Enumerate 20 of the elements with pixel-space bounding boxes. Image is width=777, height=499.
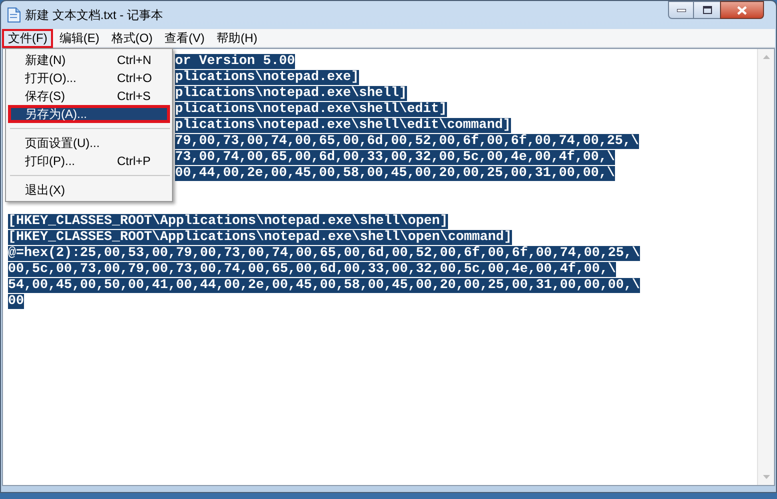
menu-option[interactable]: 打印(P)... Ctrl+P [8,152,170,170]
menu-option[interactable]: 打开(O)... Ctrl+O [8,69,170,87]
menu-option[interactable]: 页面设置(U)... [8,134,170,152]
menu-option[interactable]: 保存(S) Ctrl+S [8,87,170,105]
menu-item[interactable]: 帮助(H) [210,28,264,48]
maximize-icon [702,6,712,14]
menu-option[interactable]: 新建(N) Ctrl+N [8,51,170,69]
minimize-button[interactable] [668,1,694,19]
close-button[interactable] [720,1,764,19]
menu-item[interactable]: 格式(O) [105,28,159,48]
menu-item[interactable]: 查看(V) [158,28,211,48]
menu-item[interactable]: 编辑(E) [53,28,106,48]
maximize-button[interactable] [694,1,720,19]
window-title: 新建 文本文档.txt - 记事本 [25,7,163,24]
close-icon [737,6,747,14]
menu-option[interactable]: 退出(X) [8,181,170,199]
menu-option[interactable]: 另存为(A)... [8,105,170,123]
minimize-icon [676,8,686,12]
menu-item[interactable]: 文件(F) [2,28,54,48]
document-icon [7,7,21,23]
